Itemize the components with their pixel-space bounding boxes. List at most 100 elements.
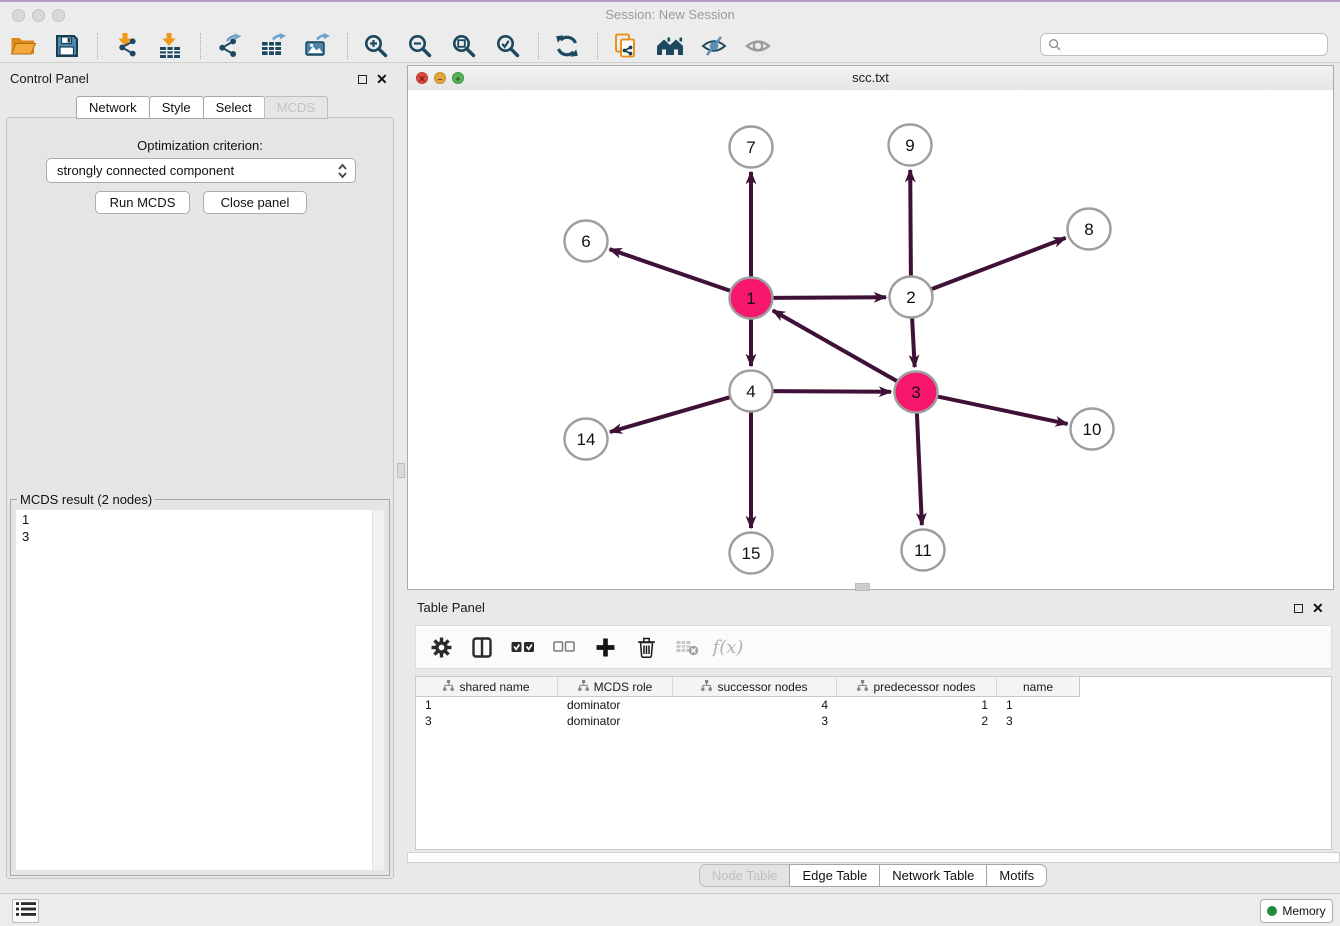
float-table-panel-icon[interactable] [1294, 604, 1303, 613]
import-table-icon[interactable] [156, 31, 184, 61]
edge-2-8[interactable] [931, 238, 1066, 290]
show-details-icon[interactable] [744, 31, 772, 61]
edge-3-1[interactable] [773, 310, 898, 381]
run-mcds-button[interactable]: Run MCDS [95, 191, 190, 214]
zoom-in-icon[interactable] [362, 31, 390, 61]
result-scrollbar[interactable] [372, 510, 384, 870]
add-column-icon[interactable] [592, 633, 618, 661]
table-row[interactable]: 1dominator411 [416, 697, 1331, 713]
memory-button[interactable]: Memory [1260, 899, 1333, 923]
panel-splitter-grip[interactable] [397, 463, 405, 478]
apply-layout-icon[interactable] [553, 31, 581, 61]
zoom-selected-icon[interactable] [494, 31, 522, 61]
graph-node-14[interactable]: 14 [565, 419, 608, 460]
graph-node-1[interactable]: 1 [730, 278, 773, 319]
graph-node-4[interactable]: 4 [730, 371, 773, 412]
delete-columns-icon[interactable] [633, 633, 659, 661]
cell[interactable]: 3 [673, 714, 837, 728]
graph-node-6[interactable]: 6 [565, 221, 608, 262]
search-box[interactable] [1040, 33, 1328, 56]
edge-2-3[interactable] [912, 318, 915, 367]
unselect-all-icon[interactable] [551, 633, 577, 661]
edge-2-9[interactable] [910, 170, 911, 276]
cell[interactable]: 3 [997, 714, 1079, 728]
column-header-shared-name[interactable]: shared name [416, 677, 558, 696]
graph-node-11[interactable]: 11 [902, 530, 945, 571]
svg-text:10: 10 [1083, 420, 1102, 439]
table-scrollbar[interactable] [407, 852, 1340, 863]
graph-node-3[interactable]: 3 [895, 372, 938, 413]
cell[interactable]: 2 [837, 714, 997, 728]
close-panel-icon[interactable]: ✕ [376, 73, 388, 85]
graph-node-8[interactable]: 8 [1068, 209, 1111, 250]
table-row[interactable]: 3dominator323 [416, 713, 1331, 729]
save-session-icon[interactable] [53, 31, 81, 61]
table-panel-window-buttons: ✕ [1294, 602, 1324, 614]
edge-3-11[interactable] [917, 413, 922, 525]
toolbar-separator [597, 33, 598, 59]
graph-node-10[interactable]: 10 [1071, 409, 1114, 450]
float-panel-icon[interactable] [358, 75, 367, 84]
select-all-icon[interactable] [510, 633, 536, 661]
network-window-titlebar[interactable]: ✕ – + scc.txt [408, 66, 1333, 91]
svg-text:8: 8 [1084, 220, 1093, 239]
edge-1-2[interactable] [772, 297, 886, 298]
zoom-fit-icon[interactable] [450, 31, 478, 61]
export-table-icon[interactable] [259, 31, 287, 61]
graph-node-15[interactable]: 15 [730, 533, 773, 574]
tab-mcds[interactable]: MCDS [264, 96, 328, 119]
panel-menu-button[interactable] [12, 899, 39, 923]
cell[interactable]: 1 [416, 698, 558, 712]
status-bar: Memory [0, 893, 1340, 926]
edge-4-3[interactable] [772, 391, 891, 392]
network-splitter-grip[interactable] [855, 583, 870, 591]
cell[interactable]: dominator [558, 714, 673, 728]
home-icon[interactable] [656, 31, 684, 61]
svg-text:3: 3 [911, 383, 920, 402]
import-network-icon[interactable] [112, 31, 140, 61]
graph-canvas[interactable]: 7 9 6 8 1 2 4 3 14 10 15 11 [408, 90, 1333, 589]
export-network-icon[interactable] [215, 31, 243, 61]
function-builder-icon: f(x) [715, 633, 741, 661]
column-header-predecessor-nodes[interactable]: predecessor nodes [837, 677, 997, 696]
cell[interactable]: 1 [837, 698, 997, 712]
edge-4-14[interactable] [610, 397, 731, 432]
clone-network-icon[interactable] [612, 31, 640, 61]
table-tab-edge-table[interactable]: Edge Table [789, 864, 880, 887]
show-columns-icon[interactable] [469, 633, 495, 661]
graph-node-2[interactable]: 2 [890, 277, 933, 318]
cell[interactable]: dominator [558, 698, 673, 712]
criterion-value: strongly connected component [57, 163, 234, 178]
network-title: scc.txt [408, 70, 1333, 85]
cell[interactable]: 3 [416, 714, 558, 728]
open-session-icon[interactable] [9, 31, 37, 61]
cell[interactable]: 4 [673, 698, 837, 712]
graph-node-7[interactable]: 7 [730, 127, 773, 168]
cell[interactable]: 1 [997, 698, 1079, 712]
table-tab-network-table[interactable]: Network Table [879, 864, 987, 887]
node-table[interactable]: shared nameMCDS rolesuccessor nodesprede… [415, 676, 1332, 850]
app-titlebar: Session: New Session [0, 0, 1340, 30]
export-image-icon[interactable] [303, 31, 331, 61]
table-tab-motifs[interactable]: Motifs [986, 864, 1047, 887]
close-panel-button[interactable]: Close panel [203, 191, 307, 214]
tab-style[interactable]: Style [149, 96, 204, 119]
search-input[interactable] [1065, 35, 1325, 56]
table-settings-icon[interactable] [428, 633, 454, 661]
hide-details-icon[interactable] [700, 31, 728, 61]
graph-node-9[interactable]: 9 [889, 125, 932, 166]
edge-3-10[interactable] [937, 396, 1068, 424]
edge-1-6[interactable] [610, 249, 732, 291]
close-table-panel-icon[interactable]: ✕ [1312, 602, 1324, 614]
criterion-select[interactable]: strongly connected component [46, 158, 356, 183]
column-header-name[interactable]: name [997, 677, 1079, 696]
tab-select[interactable]: Select [203, 96, 265, 119]
toolbar-separator [347, 33, 348, 59]
tab-network[interactable]: Network [76, 96, 150, 119]
column-header-MCDS-role[interactable]: MCDS role [558, 677, 673, 696]
mcds-result-list[interactable]: 1 3 [16, 510, 384, 870]
zoom-out-icon[interactable] [406, 31, 434, 61]
mcds-result-group: MCDS result (2 nodes) 1 3 [10, 492, 390, 876]
column-header-successor-nodes[interactable]: successor nodes [673, 677, 837, 696]
table-tab-node-table[interactable]: Node Table [699, 864, 791, 887]
